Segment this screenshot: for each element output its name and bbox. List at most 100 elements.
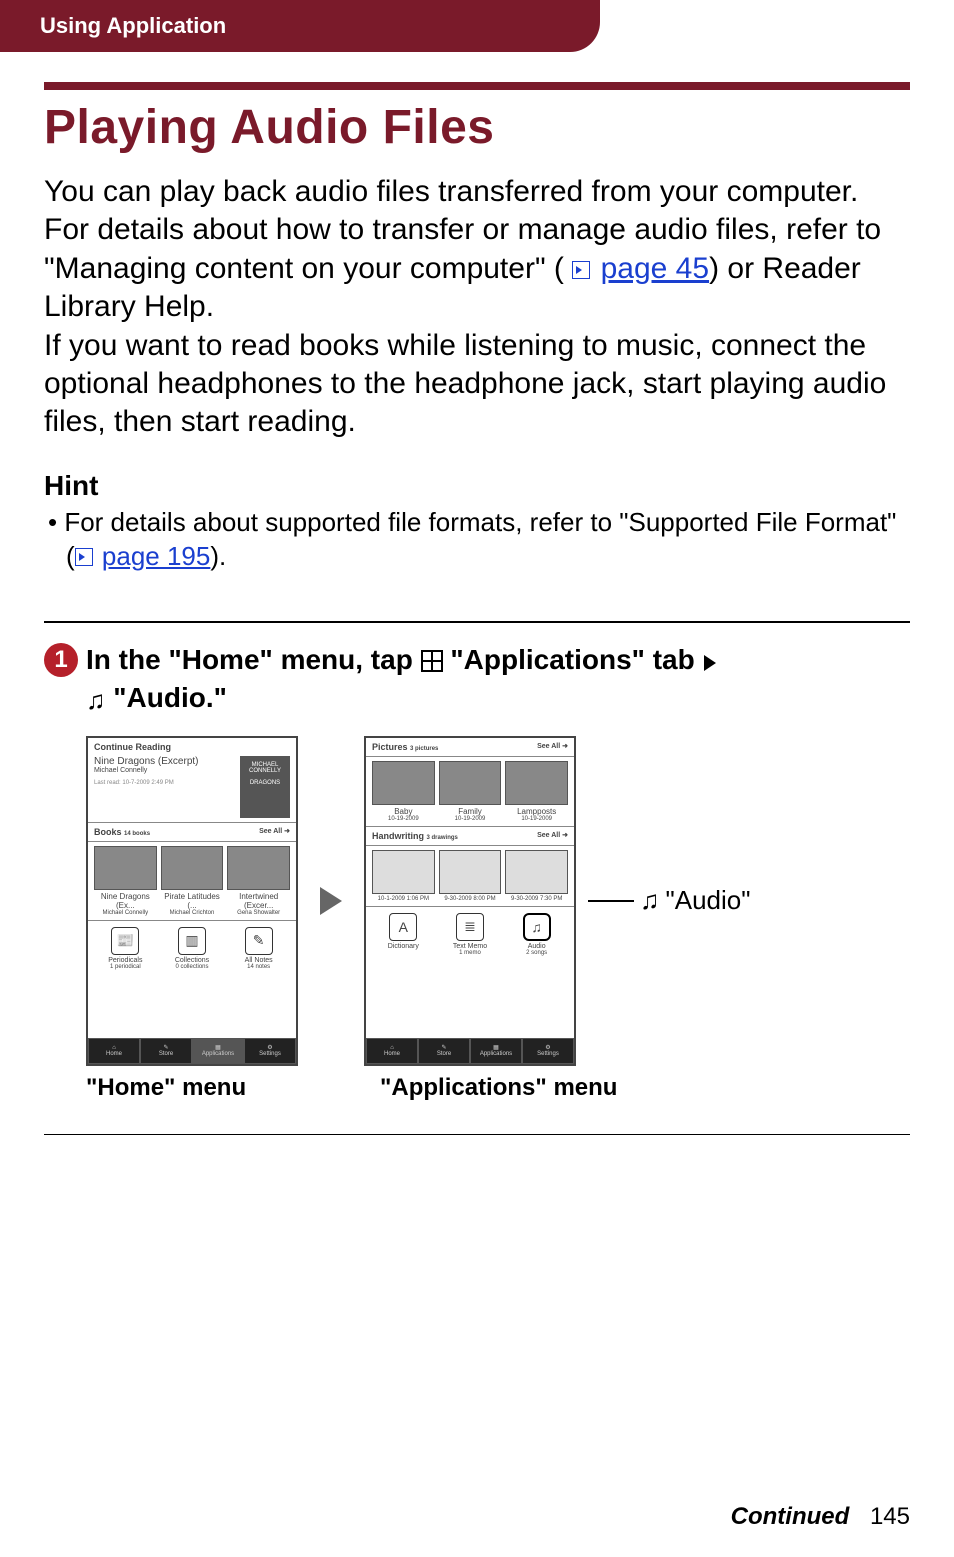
- notes-label: All Notes: [227, 957, 290, 964]
- pic-1: Baby: [372, 807, 435, 816]
- drawing-thumb: [439, 850, 502, 894]
- page-ref-icon: [75, 548, 93, 566]
- see-all: See All ➜: [259, 827, 290, 837]
- book-thumb: [94, 846, 157, 890]
- notes-sub: 14 notes: [227, 964, 290, 970]
- pic-3-date: 10-19-2009: [505, 816, 568, 822]
- step-number-badge: 1: [44, 643, 78, 677]
- see-all: See All ➜: [537, 831, 568, 841]
- drawing-3-date: 9-30-2009 7:30 PM: [505, 896, 568, 902]
- handwriting-count: 3 drawings: [427, 835, 458, 841]
- nav-store: ✎Store: [140, 1038, 192, 1064]
- pic-1-date: 10-19-2009: [372, 816, 435, 822]
- step-part2: "Applications" tab: [450, 644, 702, 675]
- dictionary-icon: A: [389, 913, 417, 941]
- hint-bullet: • For details about supported file forma…: [44, 506, 910, 574]
- book-cover-thumb: MICHAELCONNELLYDRAGONS: [240, 756, 290, 818]
- section-title: Using Application: [40, 13, 226, 39]
- page-footer: Continued 145: [731, 1503, 910, 1531]
- book-author: Michael Connelly: [94, 767, 236, 774]
- periodicals-sub: 1 periodical: [94, 964, 157, 970]
- pictures-label: Pictures: [372, 742, 408, 752]
- applications-grid-icon: [421, 650, 443, 672]
- caption-apps: "Applications" menu: [380, 1074, 617, 1102]
- drawing-thumb: [372, 850, 435, 894]
- home-menu-screenshot: Continue Reading Nine Dragons (Excerpt) …: [86, 736, 298, 1066]
- drawing-1-date: 10-1-2009 1:06 PM: [372, 896, 435, 902]
- bottom-separator: [44, 1134, 910, 1136]
- pic-2: Family: [439, 807, 502, 816]
- music-note-icon: ♫: [86, 683, 106, 718]
- audio-callout: ♫ "Audio": [588, 885, 750, 916]
- periodicals-icon: 📰: [111, 927, 139, 955]
- book-title: Nine Dragons (Excerpt): [94, 756, 236, 767]
- collections-label: Collections: [161, 957, 224, 964]
- audio-app-icon: ♫: [523, 913, 551, 941]
- see-all: See All ➜: [537, 742, 568, 752]
- nav-home: ⌂Home: [88, 1038, 140, 1064]
- page-content: Playing Audio Files You can play back au…: [0, 52, 954, 1102]
- section-header: Using Application: [0, 0, 600, 52]
- title-rule: [44, 82, 910, 90]
- caption-home: "Home" menu: [86, 1074, 320, 1102]
- nav-settings: ⚙Settings: [244, 1038, 296, 1064]
- book-2-author: Michael Crichton: [161, 910, 224, 916]
- intro-text-2: If you want to read books while listenin…: [44, 329, 886, 439]
- pic-thumb: [372, 761, 435, 805]
- intro-paragraph: You can play back audio files transferre…: [44, 173, 910, 442]
- collections-sub: 0 collections: [161, 964, 224, 970]
- book-3-author: Gena Showalter: [227, 910, 290, 916]
- memo-label: Text Memo: [439, 943, 502, 950]
- screenshot-captions: "Home" menu "Applications" menu: [86, 1074, 910, 1102]
- flow-arrow-icon: [320, 887, 342, 915]
- pictures-count: 3 pictures: [410, 746, 438, 752]
- step-part3: "Audio.": [113, 682, 227, 713]
- bottom-nav: ⌂Home ✎Store ▦Applications ⚙Settings: [88, 1038, 296, 1064]
- audio-label: Audio: [505, 943, 568, 950]
- nav-store: ✎Store: [418, 1038, 470, 1064]
- separator: [44, 621, 910, 623]
- book-thumb: [161, 846, 224, 890]
- drawing-thumb: [505, 850, 568, 894]
- dictionary-label: Dictionary: [372, 943, 435, 950]
- step-part1: In the "Home" menu, tap: [86, 644, 421, 675]
- page-45-link[interactable]: page 45: [601, 252, 709, 285]
- memo-sub: 1 memo: [439, 950, 502, 956]
- drawing-2-date: 9-30-2009 8:00 PM: [439, 896, 502, 902]
- handwriting-label: Handwriting: [372, 831, 424, 841]
- screenshots-row: Continue Reading Nine Dragons (Excerpt) …: [86, 736, 910, 1066]
- book-1-author: Michael Connelly: [94, 910, 157, 916]
- pic-thumb: [439, 761, 502, 805]
- hint-heading: Hint: [44, 470, 910, 502]
- books-label: Books: [94, 827, 122, 837]
- book-3-title: Intertwined (Excer...: [227, 892, 290, 910]
- nav-applications: ▦Applications: [192, 1038, 244, 1064]
- continue-reading-label: Continue Reading: [94, 742, 171, 752]
- applications-menu-screenshot: Pictures 3 pictures See All ➜ Baby10-19-…: [364, 736, 576, 1066]
- last-read: Last read: 10-7-2009 2:49 PM: [94, 780, 236, 786]
- page-195-link[interactable]: page 195: [102, 541, 210, 571]
- notes-icon: ✎: [245, 927, 273, 955]
- continued-label: Continued: [731, 1503, 850, 1530]
- books-count: 14 books: [124, 831, 150, 837]
- pic-thumb: [505, 761, 568, 805]
- step-instruction: In the "Home" menu, tap "Applications" t…: [86, 641, 718, 718]
- step-1: 1 In the "Home" menu, tap "Applications"…: [44, 641, 910, 718]
- callout-line: [588, 900, 634, 902]
- nav-home: ⌂Home: [366, 1038, 418, 1064]
- page-number: 145: [870, 1503, 910, 1530]
- book-2-title: Pirate Latitudes (...: [161, 892, 224, 910]
- arrow-right-icon: [704, 655, 716, 671]
- hint-text-b: ).: [210, 541, 226, 571]
- pic-3: Lampposts: [505, 807, 568, 816]
- page-title: Playing Audio Files: [44, 100, 910, 155]
- book-thumb: [227, 846, 290, 890]
- text-memo-icon: ≣: [456, 913, 484, 941]
- collections-icon: ▥: [178, 927, 206, 955]
- book-1-title: Nine Dragons (Ex...: [94, 892, 157, 910]
- callout-label: "Audio": [666, 885, 751, 916]
- bottom-nav: ⌂Home ✎Store ▦Applications ⚙Settings: [366, 1038, 574, 1064]
- periodicals-label: Periodicals: [94, 957, 157, 964]
- music-note-icon: ♫: [640, 885, 660, 916]
- page-ref-icon: [572, 261, 590, 279]
